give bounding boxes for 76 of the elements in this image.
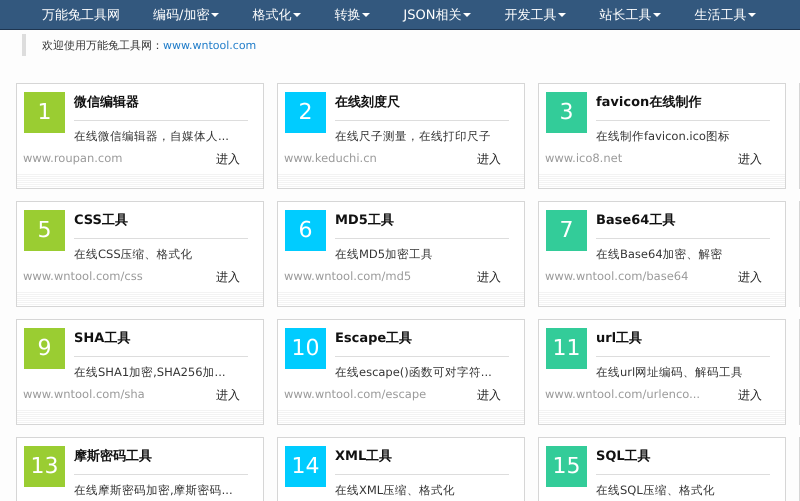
card-url: www.wntool.com/urlenco...	[545, 387, 700, 403]
card-url: www.wntool.com/sha	[23, 387, 145, 403]
card-url: www.wntool.com/css	[23, 269, 143, 285]
welcome-text: 欢迎使用万能兔工具网：	[42, 38, 163, 52]
card-description: 在线微信编辑器，自媒体人...	[74, 129, 230, 144]
card-title: XML工具	[335, 446, 509, 475]
card-description: 在线MD5加密工具	[335, 247, 434, 262]
card-description: 在线Base64加密、解密	[596, 247, 724, 262]
site-link[interactable]: www.wntool.com	[163, 38, 256, 52]
card-title: MD5工具	[335, 210, 509, 239]
card-url: www.wntool.com/base64	[545, 269, 688, 285]
number-badge: 6	[285, 210, 326, 251]
nav-item[interactable]: 开发工具	[504, 6, 566, 24]
enter-link[interactable]: 进入	[216, 269, 240, 286]
card-description: 在线SHA1加密,SHA256加...	[74, 365, 227, 380]
tool-card[interactable]: 13 摩斯密码工具 在线摩斯密码加密,摩斯密码...	[16, 437, 264, 501]
enter-link[interactable]: 进入	[738, 387, 762, 404]
enter-link[interactable]: 进入	[738, 151, 762, 168]
tool-card[interactable]: 5 CSS工具 在线CSS压缩、格式化 www.wntool.com/css 进入	[16, 201, 264, 307]
nav-item[interactable]: 生活工具	[694, 6, 756, 24]
card-url: www.wntool.com/md5	[284, 269, 412, 285]
card-title: SQL工具	[596, 446, 770, 475]
card-url: www.keduchi.cn	[284, 151, 377, 167]
number-badge: 3	[546, 92, 587, 133]
number-badge: 2	[285, 92, 326, 133]
number-badge: 14	[285, 446, 326, 487]
enter-link[interactable]: 进入	[477, 151, 501, 168]
card-title: SHA工具	[74, 328, 248, 357]
card-url: www.wntool.com/escape	[284, 387, 426, 403]
tool-card[interactable]: 2 在线刻度尺 在线尺子测量，在线打印尺子 www.keduchi.cn 进入	[277, 83, 525, 189]
enter-link[interactable]: 进入	[216, 387, 240, 404]
tool-card[interactable]: 7 Base64工具 在线Base64加密、解密 www.wntool.com/base64 进入	[538, 201, 786, 307]
number-badge: 10	[285, 328, 326, 369]
enter-link[interactable]: 进入	[738, 269, 762, 286]
card-description: 在线摩斯密码加密,摩斯密码...	[74, 483, 234, 498]
card-description: 在线CSS压缩、格式化	[74, 247, 194, 262]
number-badge: 13	[24, 446, 65, 487]
number-badge: 5	[24, 210, 65, 251]
tool-card[interactable]: 1 微信编辑器 在线微信编辑器，自媒体人... www.roupan.com 进入	[16, 83, 264, 189]
tool-card[interactable]: 15 SQL工具 在线SQL压缩、格式化	[538, 437, 786, 501]
enter-link[interactable]: 进入	[216, 151, 240, 168]
card-description: 在线尺子测量，在线打印尺子	[335, 129, 492, 144]
nav-item[interactable]: 转换	[334, 6, 370, 24]
nav-item[interactable]: 万能兔工具网	[42, 6, 120, 24]
number-badge: 7	[546, 210, 587, 251]
tool-card[interactable]: 9 SHA工具 在线SHA1加密,SHA256加... www.wntool.com/sha 进入	[16, 319, 264, 425]
enter-link[interactable]: 进入	[477, 387, 501, 404]
nav-item[interactable]: 站长工具	[599, 6, 662, 24]
number-badge: 9	[24, 328, 65, 369]
card-title: CSS工具	[74, 210, 248, 239]
card-title: 在线刻度尺	[335, 92, 509, 121]
number-badge: 11	[546, 328, 587, 369]
tool-card[interactable]: 3 favicon在线制作 在线制作favicon.ico图标 www.ico8.net 进入	[538, 83, 786, 189]
number-badge: 1	[24, 92, 65, 133]
number-badge: 15	[546, 446, 587, 487]
enter-link[interactable]: 进入	[477, 269, 501, 286]
card-title: Base64工具	[596, 210, 770, 239]
card-url: www.roupan.com	[23, 151, 122, 167]
nav-item[interactable]: 编码/加密	[153, 6, 220, 24]
tool-card[interactable]: 10 Escape工具 在线escape()函数可对字符... www.wntool.com/escape 进入	[277, 319, 525, 425]
card-description: 在线SQL压缩、格式化	[596, 483, 716, 498]
card-description: 在线XML压缩、格式化	[335, 483, 456, 498]
card-title: Escape工具	[335, 328, 509, 357]
card-title: 摩斯密码工具	[74, 446, 248, 475]
tool-card[interactable]: 14 XML工具 在线XML压缩、格式化	[277, 437, 525, 501]
card-description: 在线escape()函数可对字符...	[335, 365, 493, 380]
card-url: www.ico8.net	[545, 151, 622, 167]
card-title: favicon在线制作	[596, 92, 770, 121]
card-title: 微信编辑器	[74, 92, 248, 121]
tool-card[interactable]: 6 MD5工具 在线MD5加密工具 www.wntool.com/md5 进入	[277, 201, 525, 307]
nav-item[interactable]: 格式化	[252, 6, 302, 24]
card-title: url工具	[596, 328, 770, 357]
card-description: 在线制作favicon.ico图标	[596, 129, 731, 144]
card-description: 在线url网址编码、解码工具	[596, 365, 744, 380]
tool-card[interactable]: 11 url工具 在线url网址编码、解码工具 www.wntool.com/urlenco... 进入	[538, 319, 786, 425]
nav-item[interactable]: JSON相关	[403, 6, 472, 24]
